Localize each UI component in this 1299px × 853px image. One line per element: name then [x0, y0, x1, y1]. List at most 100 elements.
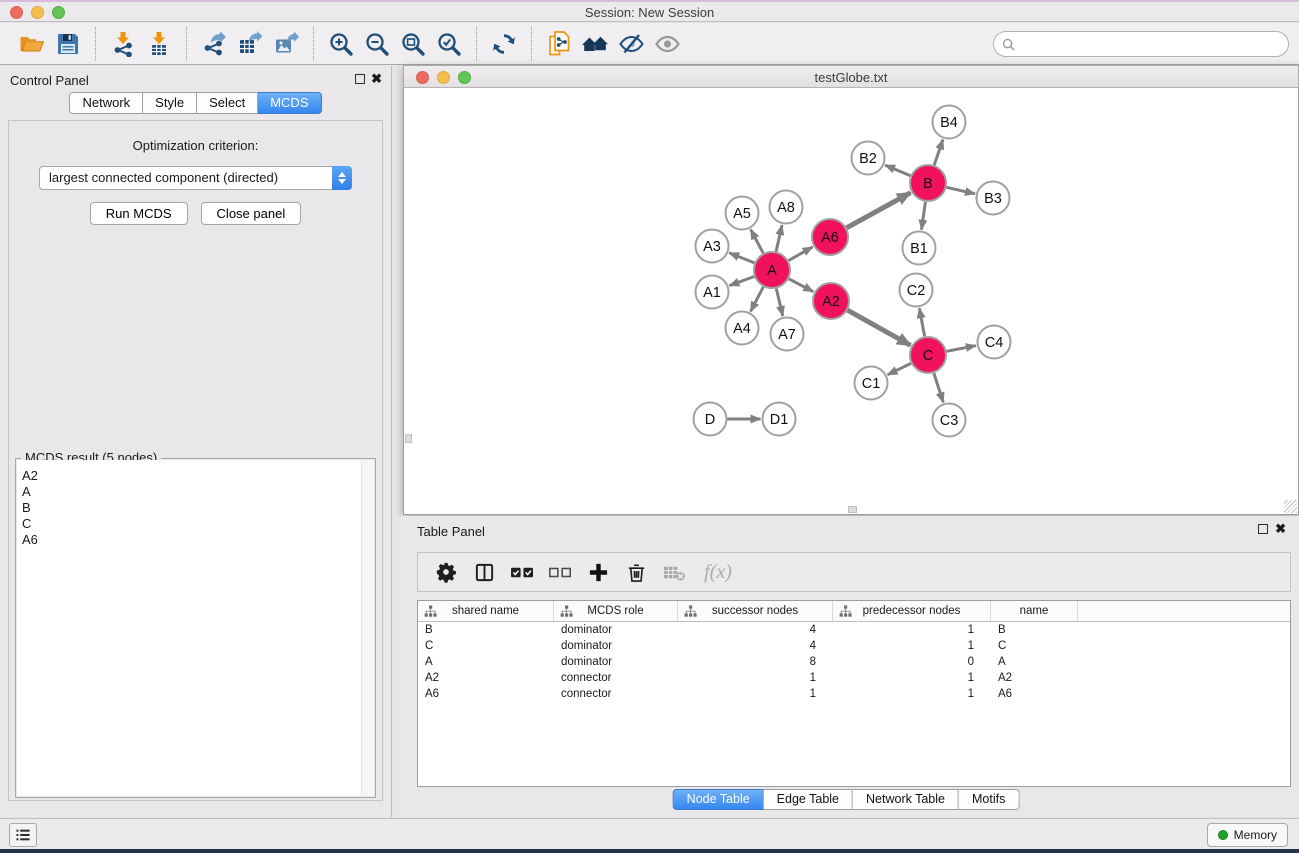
memory-button[interactable]: Memory	[1207, 823, 1288, 847]
table-cell[interactable]: 0	[833, 654, 991, 670]
graph-node-D[interactable]: D	[694, 403, 727, 436]
run-mcds-button[interactable]: Run MCDS	[90, 202, 188, 225]
table-toolbar-add-column-icon[interactable]	[582, 557, 614, 587]
table-cell[interactable]: dominator	[554, 638, 678, 654]
table-cell[interactable]: B	[991, 622, 1078, 638]
graph-edge-A-A3[interactable]	[729, 253, 754, 263]
search-field[interactable]	[993, 31, 1289, 57]
tab-network[interactable]: Network	[69, 92, 143, 114]
column-header-name[interactable]: name	[991, 601, 1078, 621]
toolbar-zoom-out-icon[interactable]	[359, 27, 395, 61]
graph-edge-A2-C[interactable]	[848, 310, 911, 345]
graph-edge-B-B4[interactable]	[934, 140, 943, 166]
toolbar-export-image-icon[interactable]	[268, 27, 304, 61]
graph-edge-A-A4[interactable]	[751, 287, 764, 312]
table-float-panel-icon[interactable]	[1258, 524, 1268, 534]
toolbar-import-network-icon[interactable]	[105, 27, 141, 61]
graph-node-A3[interactable]: A3	[696, 230, 729, 263]
criterion-dropdown[interactable]: largest connected component (directed)	[39, 166, 352, 190]
graph-node-A7[interactable]: A7	[771, 318, 804, 351]
graph-edge-C-C4[interactable]	[947, 346, 976, 352]
graph-node-C[interactable]: C	[910, 337, 946, 373]
table-cell[interactable]: 8	[678, 654, 833, 670]
toolbar-refresh-layout-icon[interactable]	[486, 27, 522, 61]
result-list-item[interactable]: A6	[17, 532, 374, 548]
graph-node-B4[interactable]: B4	[933, 106, 966, 139]
toolbar-hide-details-icon[interactable]	[613, 27, 649, 61]
graph-node-C4[interactable]: C4	[978, 326, 1011, 359]
close-panel-icon[interactable]: ✖	[371, 72, 382, 86]
graph-node-D1[interactable]: D1	[763, 403, 796, 436]
table-toolbar-select-all-icon[interactable]	[506, 557, 538, 587]
graph-edge-A-A5[interactable]	[751, 229, 764, 253]
graph-node-C2[interactable]: C2	[900, 274, 933, 307]
table-cell[interactable]: 4	[678, 638, 833, 654]
table-toolbar-deselect-all-icon[interactable]	[544, 557, 576, 587]
table-cell[interactable]: 1	[678, 670, 833, 686]
close-panel-button[interactable]: Close panel	[201, 202, 302, 225]
toolbar-open-session-icon[interactable]	[14, 27, 50, 61]
table-cell[interactable]: 1	[833, 686, 991, 702]
toolbar-home-icon[interactable]	[577, 27, 613, 61]
column-header-predecessor-nodes[interactable]: predecessor nodes	[833, 601, 991, 621]
graph-node-A5[interactable]: A5	[726, 197, 759, 230]
search-input[interactable]	[1015, 34, 1288, 54]
table-cell[interactable]: A	[418, 654, 554, 670]
result-list-item[interactable]: A	[17, 484, 374, 500]
task-history-button[interactable]	[9, 823, 37, 847]
tab-edge-table[interactable]: Edge Table	[764, 789, 853, 810]
result-list-item[interactable]: C	[17, 516, 374, 532]
graph-edge-A-A6[interactable]	[789, 247, 813, 261]
result-scrollbar[interactable]	[361, 460, 374, 796]
graph-node-A1[interactable]: A1	[696, 276, 729, 309]
graph-edge-C-C1[interactable]	[888, 363, 911, 374]
column-header-shared-name[interactable]: shared name	[418, 601, 554, 621]
toolbar-show-details-icon[interactable]	[649, 27, 685, 61]
table-cell[interactable]: connector	[554, 670, 678, 686]
graph-edge-C-C3[interactable]	[934, 373, 944, 402]
graph-edge-B-B1[interactable]	[922, 202, 926, 230]
toolbar-save-session-icon[interactable]	[50, 27, 86, 61]
tab-mcds[interactable]: MCDS	[258, 92, 321, 114]
table-cell[interactable]: C	[991, 638, 1078, 654]
column-header-successor-nodes[interactable]: successor nodes	[678, 601, 833, 621]
table-toolbar-delete-icon[interactable]	[620, 557, 652, 587]
graph-node-C1[interactable]: C1	[855, 367, 888, 400]
table-cell[interactable]: A6	[418, 686, 554, 702]
graph-edge-A-A8[interactable]	[776, 225, 782, 251]
table-cell[interactable]: A2	[418, 670, 554, 686]
table-cell[interactable]: 1	[833, 670, 991, 686]
toolbar-zoom-in-icon[interactable]	[323, 27, 359, 61]
toolbar-export-table-icon[interactable]	[232, 27, 268, 61]
table-toolbar-split-view-icon[interactable]	[468, 557, 500, 587]
table-toolbar-gear-icon[interactable]	[430, 557, 462, 587]
network-canvas[interactable]: B4 B2 B B3 B1 A5 A8 A6 A3 A A1 A4 A7	[403, 88, 1299, 515]
table-cell[interactable]: 1	[678, 686, 833, 702]
graph-edge-A-A7[interactable]	[776, 289, 783, 317]
table-cell[interactable]: connector	[554, 686, 678, 702]
graph-node-A4[interactable]: A4	[726, 312, 759, 345]
graph-node-B2[interactable]: B2	[852, 142, 885, 175]
toolbar-import-table-icon[interactable]	[141, 27, 177, 61]
graph-edge-B-B2[interactable]	[885, 165, 910, 176]
tab-motifs[interactable]: Motifs	[959, 789, 1019, 810]
graph-edge-A6-B[interactable]	[847, 193, 911, 228]
table-cell[interactable]: B	[418, 622, 554, 638]
graph-node-C3[interactable]: C3	[933, 404, 966, 437]
result-list-item[interactable]: A2	[17, 468, 374, 484]
resize-grip-corner[interactable]	[1284, 500, 1297, 513]
table-cell[interactable]: 1	[833, 622, 991, 638]
graph-edge-A-A1[interactable]	[729, 277, 754, 286]
table-cell[interactable]: C	[418, 638, 554, 654]
table-cell[interactable]: A	[991, 654, 1078, 670]
resize-grip-bottom[interactable]	[848, 506, 857, 513]
table-cell[interactable]: A2	[991, 670, 1078, 686]
graph-node-B3[interactable]: B3	[977, 182, 1010, 215]
graph-node-B[interactable]: B	[910, 165, 946, 201]
resize-grip-left[interactable]	[405, 434, 412, 443]
graph-node-A6[interactable]: A6	[812, 219, 848, 255]
tab-style[interactable]: Style	[143, 92, 197, 114]
graph-node-A2[interactable]: A2	[813, 283, 849, 319]
table-cell[interactable]: 1	[833, 638, 991, 654]
toolbar-zoom-fit-icon[interactable]	[395, 27, 431, 61]
